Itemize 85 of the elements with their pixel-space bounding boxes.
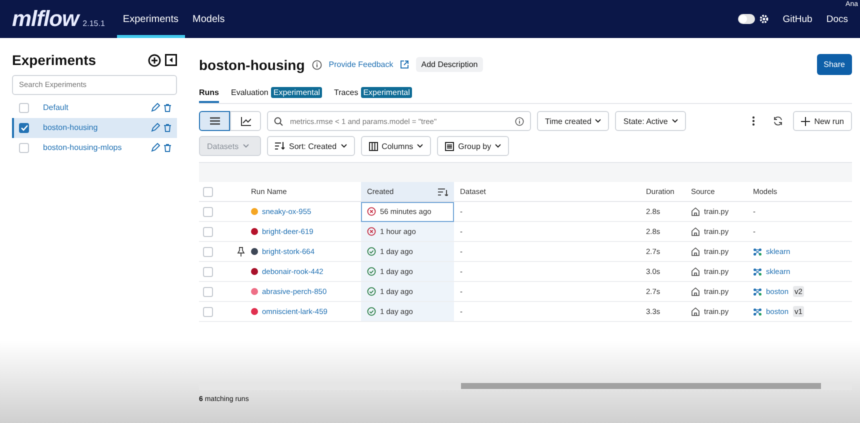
tab[interactable]: Runs	[199, 87, 219, 103]
experiment-item[interactable]: boston-housing	[12, 118, 177, 138]
select-all-checkbox[interactable]	[203, 186, 213, 196]
home-icon	[691, 227, 700, 236]
experiment-item[interactable]: boston-housing-mlops	[12, 138, 177, 158]
home-icon	[691, 307, 700, 316]
model-icon	[753, 248, 762, 256]
view-toggle-button[interactable]	[199, 111, 230, 131]
sort-icon[interactable]	[438, 188, 448, 196]
edit-icon[interactable]	[151, 123, 160, 132]
add-experiment-button[interactable]	[148, 54, 161, 66]
sort-dropdown[interactable]: Time created	[537, 111, 610, 131]
experiment-link[interactable]: Default	[43, 103, 151, 112]
share-button[interactable]: Share	[816, 54, 852, 75]
header-link[interactable]: Docs	[826, 14, 848, 24]
check-circle-icon	[367, 287, 376, 296]
scrollbar-thumb[interactable]	[461, 383, 821, 389]
version-label: 2.15.1	[82, 18, 105, 28]
theme-toggle[interactable]	[738, 14, 755, 24]
more-options-icon[interactable]	[752, 116, 756, 126]
model-icon	[753, 268, 762, 276]
experiment-link[interactable]: boston-housing	[43, 123, 151, 132]
check-circle-icon	[367, 267, 376, 276]
checkbox[interactable]	[19, 142, 29, 152]
sort-order-dropdown[interactable]: Sort: Created	[267, 136, 355, 156]
caret-icon	[340, 144, 347, 148]
pin-icon[interactable]	[237, 246, 245, 256]
row-checkbox[interactable]	[203, 286, 213, 296]
group-by-dropdown[interactable]: Group by	[437, 136, 510, 156]
search-icon	[274, 116, 283, 126]
edit-icon[interactable]	[151, 103, 160, 112]
home-icon	[691, 207, 700, 216]
checkbox[interactable]	[19, 102, 29, 112]
edit-icon[interactable]	[151, 143, 160, 152]
columns-dropdown[interactable]: Columns	[360, 136, 432, 156]
refresh-icon[interactable]	[773, 116, 784, 126]
experiment-link[interactable]: boston-housing-mlops	[43, 143, 151, 152]
home-icon	[691, 267, 700, 276]
trash-icon[interactable]	[164, 144, 171, 152]
caret-icon	[672, 119, 678, 123]
error-circle-icon	[367, 207, 376, 216]
model-icon	[753, 288, 762, 296]
list-icon	[445, 142, 454, 150]
experiment-item[interactable]: Default	[12, 98, 177, 118]
add-description-button[interactable]: Add Description	[416, 57, 483, 72]
mlflow-logo: mlflow	[12, 6, 79, 32]
feedback-link[interactable]: Provide Feedback	[328, 60, 394, 69]
plus-icon	[801, 116, 810, 126]
trash-icon[interactable]	[164, 104, 171, 112]
collapse-sidebar-button[interactable]	[165, 54, 177, 66]
check-circle-icon	[367, 307, 376, 316]
check-circle-icon	[367, 247, 376, 256]
row-checkbox[interactable]	[203, 306, 213, 316]
external-link-icon	[400, 60, 410, 69]
info-icon	[312, 60, 322, 70]
home-icon	[691, 287, 700, 296]
tab[interactable]: Traces Experimental	[334, 87, 412, 103]
check-icon	[20, 124, 28, 130]
row-checkbox[interactable]	[203, 266, 213, 276]
gear-icon	[758, 14, 769, 24]
info-icon	[515, 116, 524, 126]
trash-icon[interactable]	[164, 124, 171, 132]
tab[interactable]: Evaluation Experimental	[231, 87, 322, 103]
experiment-title: boston-housing	[199, 56, 305, 72]
header-link[interactable]: GitHub	[782, 14, 812, 24]
caret-icon	[495, 144, 502, 148]
row-checkbox[interactable]	[203, 226, 213, 236]
error-circle-icon	[367, 227, 376, 236]
caret-icon	[242, 144, 249, 148]
caret-icon	[417, 144, 424, 148]
sort-icon	[275, 142, 285, 150]
row-checkbox[interactable]	[203, 206, 213, 216]
state-dropdown[interactable]: State: Active	[615, 111, 686, 131]
home-icon	[691, 247, 700, 256]
columns-icon	[368, 142, 378, 150]
nav-tab[interactable]: Experiments	[116, 0, 184, 38]
new-run-button[interactable]: New run	[793, 111, 852, 131]
nav-tab[interactable]: Models	[186, 0, 231, 38]
caret-icon	[595, 119, 602, 123]
chart-icon	[240, 116, 250, 126]
checkbox[interactable]	[19, 122, 29, 132]
list-icon	[210, 117, 220, 125]
row-checkbox[interactable]	[203, 246, 213, 256]
sidebar-title: Experiments	[12, 52, 96, 68]
model-icon	[753, 308, 762, 316]
